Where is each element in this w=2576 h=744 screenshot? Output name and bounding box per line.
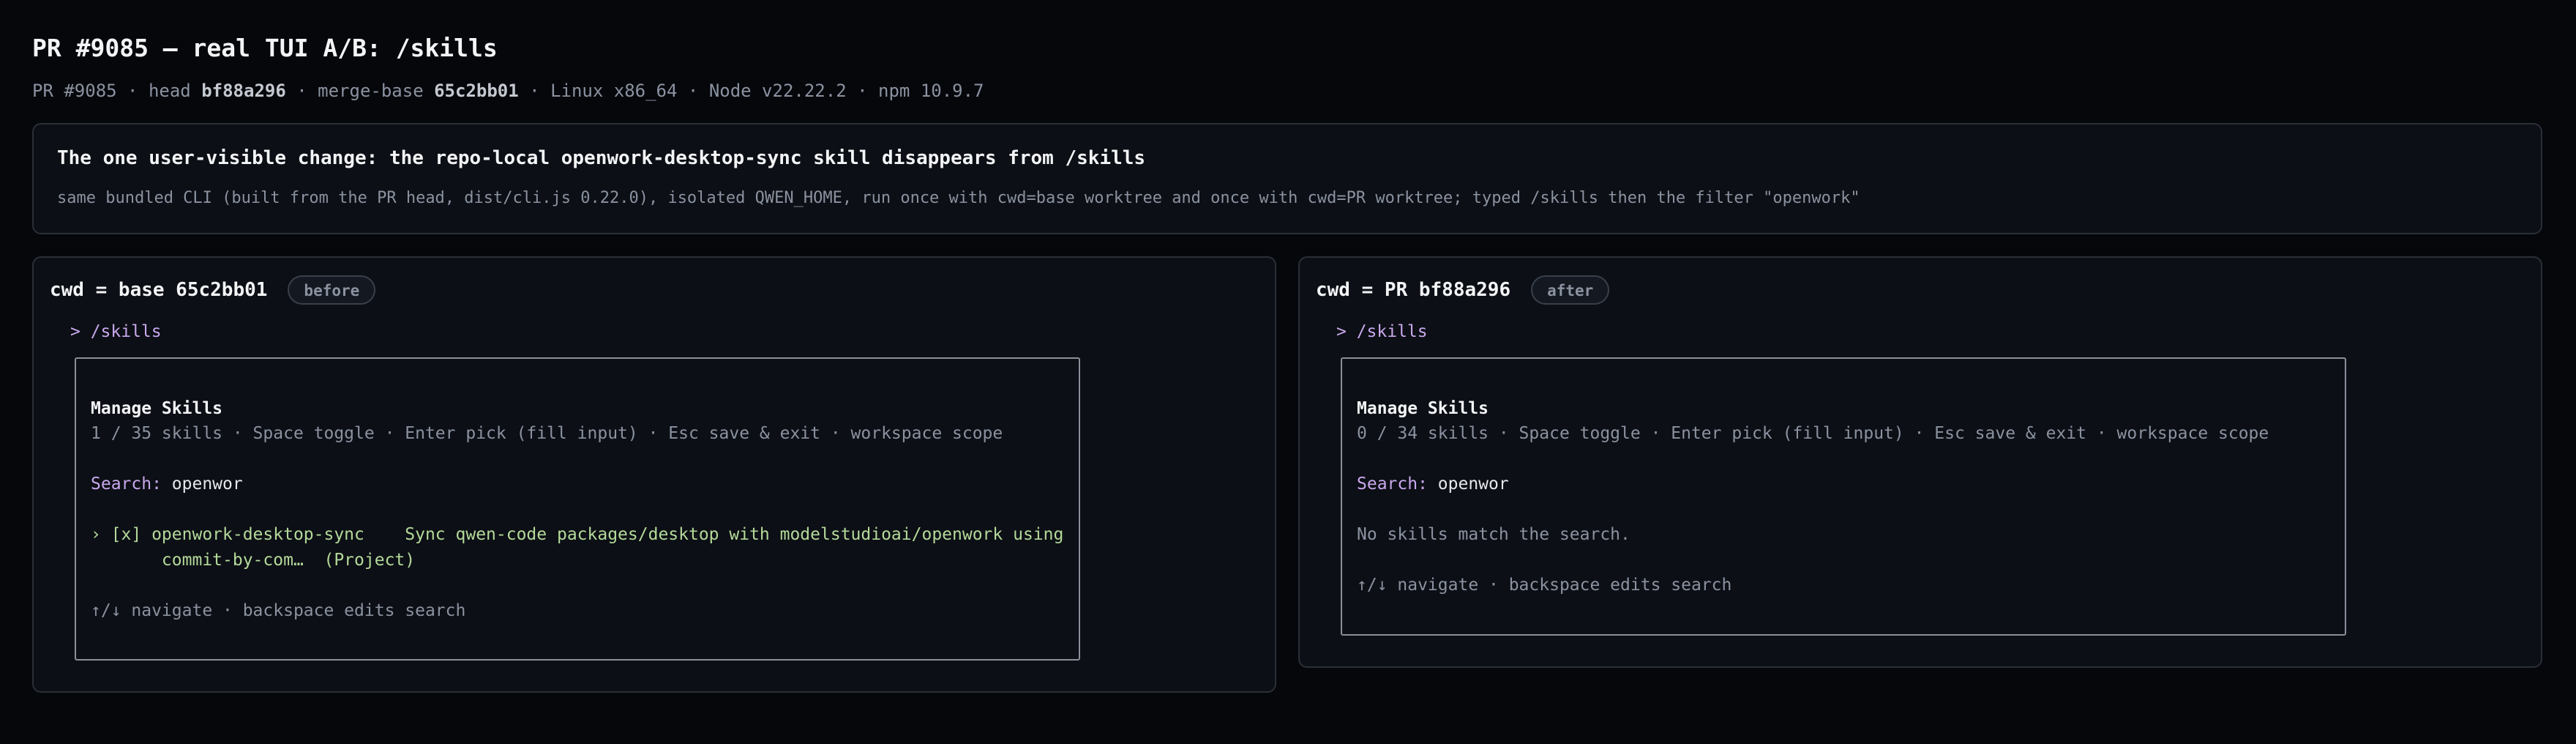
platform: Linux x86_64 [550,81,678,101]
before-skill-item-line2: commit-by-com… (Project) [91,550,416,570]
summary-card: The one user-visible change: the repo-lo… [32,123,2542,234]
before-skill-item[interactable]: › [x] openwork-desktop-sync Sync qwen-co… [91,522,1064,573]
pr-meta: PR #9085 · head bf88a296 · merge-base 65… [32,81,984,101]
before-panel: cwd = base 65c2bb01 before > /skills Man… [32,256,1276,693]
after-empty-message: No skills match the search. [1357,525,1630,544]
after-search-label: Search: [1357,475,1428,494]
before-search-label: Search: [91,475,162,494]
after-panel-title: cwd = PR bf88a296 [1316,279,1511,301]
npm-version: npm 10.9.7 [878,81,984,101]
after-help-line: ↑/↓ navigate · backspace edits search [1357,576,1732,595]
after-search-value: openwor [1427,475,1509,494]
after-status-line: 0 / 34 skills · Space toggle · Enter pic… [1357,424,2269,443]
pr-number: PR #9085 [32,81,117,101]
before-search-value: openwor [161,475,243,494]
before-badge: before [288,275,376,305]
head-sha: bf88a296 [201,81,286,101]
page: PR #9085 — real TUI A/B: /skills PR #908… [0,0,2576,744]
after-search-field[interactable]: Search: openwor [1357,472,2330,497]
after-panel: cwd = PR bf88a296 after > /skills Manage… [1298,256,2542,668]
before-terminal: > /skills Manage Skills 1 / 35 skills · … [70,319,1102,661]
summary-detail: same bundled CLI (built from the PR head… [57,189,1860,207]
before-search-field[interactable]: Search: openwor [91,472,1064,497]
before-help-line: ↑/↓ navigate · backspace edits search [91,600,466,620]
before-dialog-title: Manage Skills [91,398,223,418]
node-version: Node v22.22.2 [708,81,847,101]
after-badge: after [1531,275,1610,305]
after-skills-dialog: Manage Skills 0 / 34 skills · Space togg… [1341,357,2346,636]
before-skill-item-line1: › [x] openwork-desktop-sync Sync qwen-co… [91,525,1064,544]
page-title: PR #9085 — real TUI A/B: /skills [32,34,498,62]
before-command-prompt: > /skills [70,322,162,341]
summary-headline: The one user-visible change: the repo-lo… [57,147,1146,169]
before-status-line: 1 / 35 skills · Space toggle · Enter pic… [91,424,1003,443]
merge-base-sha: 65c2bb01 [434,81,519,101]
after-terminal: > /skills Manage Skills 0 / 34 skills · … [1336,319,2368,636]
before-panel-header: cwd = base 65c2bb01 before [50,274,376,306]
before-panel-title: cwd = base 65c2bb01 [50,279,268,301]
after-command-prompt: > /skills [1336,322,1428,341]
after-panel-header: cwd = PR bf88a296 after [1316,274,1610,306]
after-dialog-title: Manage Skills [1357,398,1489,418]
before-skills-dialog: Manage Skills 1 / 35 skills · Space togg… [75,357,1080,661]
